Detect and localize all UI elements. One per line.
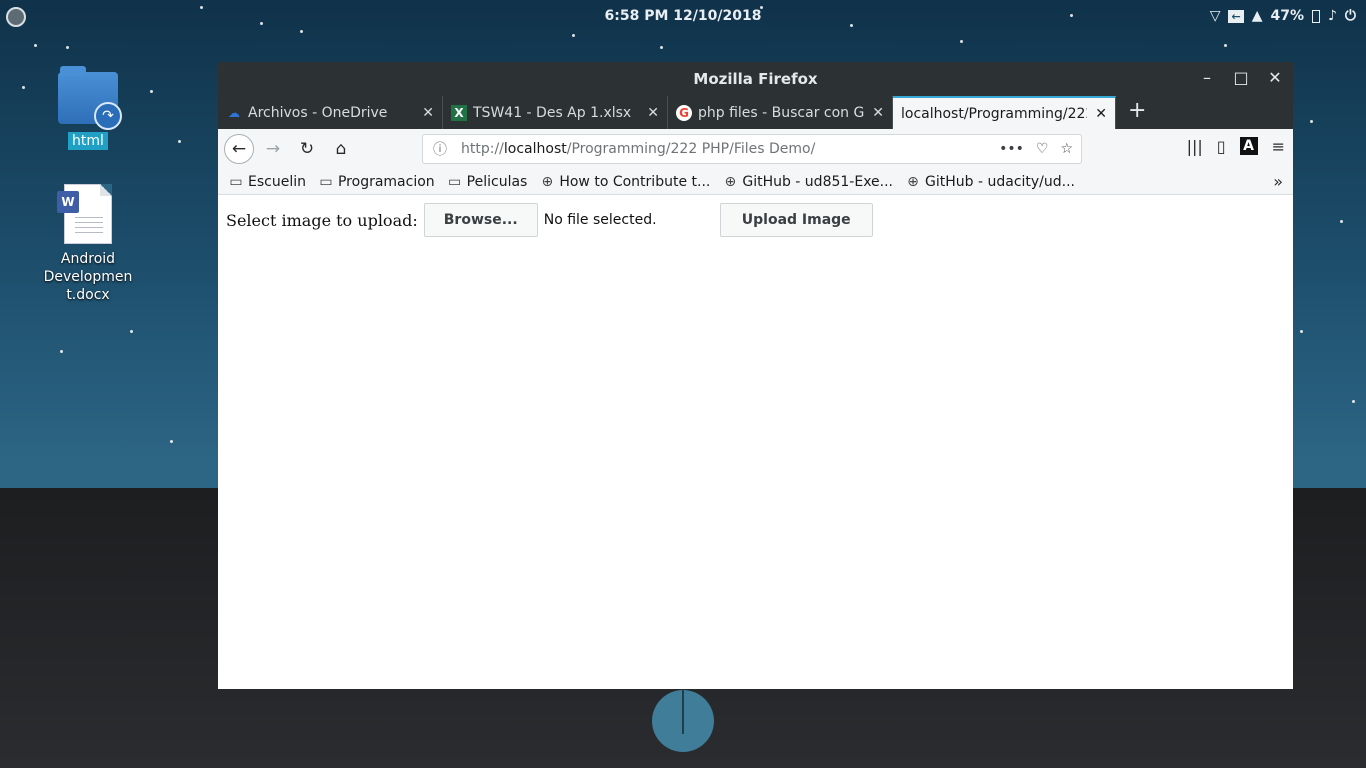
- close-tab-icon[interactable]: ✕: [647, 105, 659, 121]
- bookmark-escuelin[interactable]: ▭ Escuelin: [228, 174, 306, 190]
- panel-clock[interactable]: 6:58 PM 12/10/2018: [0, 8, 1366, 24]
- desktop-icon-android-doc[interactable]: W Android Developmen t.docx: [38, 184, 138, 304]
- menu-icon[interactable]: ≡: [1272, 137, 1285, 156]
- excel-icon: X: [451, 104, 467, 121]
- home-button[interactable]: ⌂: [326, 134, 356, 164]
- tab-bar: ☁ Archivos - OneDrive ✕ X TSW41 - Des Ap…: [218, 96, 1293, 129]
- window-titlebar[interactable]: Mozilla Firefox – □ ✕: [218, 62, 1293, 96]
- desktop-icon-html[interactable]: ↷ html: [38, 66, 138, 150]
- link-arrow-icon: ↷: [94, 102, 122, 130]
- bookmark-how-to-contribute[interactable]: ⊕ How to Contribute t...: [539, 174, 710, 190]
- tab-label: localhost/Programming/222: [901, 105, 1088, 122]
- window-title: Mozilla Firefox: [693, 70, 818, 88]
- folder-icon: ▭: [319, 173, 333, 190]
- site-info-icon[interactable]: ⓘ: [431, 139, 449, 159]
- globe-icon: ⊕: [724, 173, 737, 190]
- upload-form: Select image to upload: Browse... No fil…: [226, 203, 873, 237]
- minimize-icon[interactable]: –: [1197, 68, 1217, 87]
- bookmark-github-udacity[interactable]: ⊕ GitHub - udacity/ud...: [905, 174, 1075, 190]
- tab-label: Archivos - OneDrive: [248, 104, 388, 121]
- forward-button[interactable]: →: [258, 134, 288, 164]
- browse-button[interactable]: Browse...: [423, 203, 538, 237]
- wifi-icon[interactable]: ▽: [1210, 8, 1221, 24]
- folder-icon: ▭: [229, 173, 243, 190]
- close-tab-icon[interactable]: ✕: [1095, 106, 1107, 122]
- volume-icon[interactable]: ♪: [1328, 8, 1337, 24]
- tab-label: php files - Buscar con Google: [698, 104, 865, 121]
- folder-icon: ▭: [448, 173, 462, 190]
- tab-google[interactable]: G php files - Buscar con Google ✕: [668, 96, 893, 129]
- screen-share-icon[interactable]: ←: [1228, 9, 1244, 23]
- url-host: localhost: [503, 141, 567, 157]
- pocket-icon[interactable]: ♡: [1036, 141, 1049, 157]
- url-prefix: http://: [461, 141, 504, 157]
- tab-onedrive[interactable]: ☁ Archivos - OneDrive ✕: [218, 96, 443, 129]
- bookmark-label: Programacion: [337, 173, 435, 190]
- top-panel: 6:58 PM 12/10/2018 ▽ ← ▲ 47% ♪ ⏻: [0, 0, 1366, 34]
- tab-excel[interactable]: X TSW41 - Des Ap 1.xlsx ✕: [443, 96, 668, 129]
- close-tab-icon[interactable]: ✕: [872, 105, 884, 121]
- reload-button[interactable]: ↻: [292, 134, 322, 164]
- firefox-window: Mozilla Firefox – □ ✕ ☁ Archivos - OneDr…: [218, 62, 1293, 689]
- bookmark-label: GitHub - ud851-Exe...: [742, 173, 894, 190]
- bookmark-label: Escuelin: [248, 173, 306, 190]
- navigation-toolbar: ← → ↻ ⌂ ⓘ http:// localhost /Programming…: [218, 129, 1293, 169]
- close-window-icon[interactable]: ✕: [1265, 68, 1285, 87]
- wallpaper-tower-icon: [652, 686, 714, 752]
- bookmark-label: GitHub - udacity/ud...: [925, 173, 1076, 190]
- bookmark-github-ud851[interactable]: ⊕ GitHub - ud851-Exe...: [722, 174, 893, 190]
- desktop-icon-label: Android Developmen t.docx: [43, 251, 133, 303]
- bookmark-peliculas[interactable]: ▭ Peliculas: [447, 173, 528, 190]
- bookmarks-toolbar: ▭ Escuelin ▭ Programacion ▭ Peliculas ⊕ …: [218, 169, 1293, 195]
- word-document-icon: W: [57, 184, 112, 244]
- word-logo-icon: W: [57, 191, 79, 213]
- folder-icon: ↷: [58, 66, 122, 130]
- battery-icon[interactable]: [1311, 9, 1320, 23]
- battery-percent[interactable]: 47%: [1270, 8, 1304, 24]
- onedrive-icon: ☁: [228, 105, 240, 120]
- globe-icon: ⊕: [541, 173, 554, 190]
- sidebar-icon[interactable]: ▯: [1217, 137, 1226, 156]
- page-actions-icon[interactable]: •••: [999, 141, 1024, 157]
- globe-icon: ⊕: [907, 173, 919, 190]
- url-path: /Programming/222 PHP/Files Demo/: [566, 141, 816, 157]
- more-bookmarks-chevron-icon[interactable]: »: [1273, 172, 1283, 191]
- maximize-icon[interactable]: □: [1231, 68, 1251, 87]
- account-icon[interactable]: A: [1239, 137, 1258, 155]
- upload-label: Select image to upload:: [226, 210, 418, 230]
- bookmark-label: Peliculas: [466, 173, 528, 190]
- google-icon: G: [676, 104, 692, 121]
- desktop-icon-label: html: [68, 132, 108, 150]
- system-tray: ▽ ← ▲ 47% ♪ ⏻: [1210, 8, 1356, 24]
- file-status: No file selected.: [543, 212, 657, 228]
- upload-image-button[interactable]: Upload Image: [719, 203, 873, 237]
- close-tab-icon[interactable]: ✕: [422, 105, 434, 121]
- tab-localhost[interactable]: localhost/Programming/222 ✕: [893, 96, 1116, 129]
- notification-bell-icon[interactable]: ▲: [1252, 8, 1263, 24]
- bookmark-label: How to Contribute t...: [559, 173, 711, 190]
- new-tab-button[interactable]: +: [1116, 96, 1158, 129]
- tab-label: TSW41 - Des Ap 1.xlsx: [473, 104, 632, 121]
- bookmark-star-icon[interactable]: ☆: [1060, 141, 1073, 157]
- power-icon[interactable]: ⏻: [1345, 8, 1356, 24]
- page-content: Select image to upload: Browse... No fil…: [218, 195, 1293, 689]
- back-button[interactable]: ←: [224, 134, 254, 164]
- bookmark-programacion[interactable]: ▭ Programacion: [318, 173, 435, 190]
- library-icon[interactable]: |||: [1187, 137, 1203, 156]
- address-bar[interactable]: ⓘ http:// localhost /Programming/222 PHP…: [422, 134, 1082, 164]
